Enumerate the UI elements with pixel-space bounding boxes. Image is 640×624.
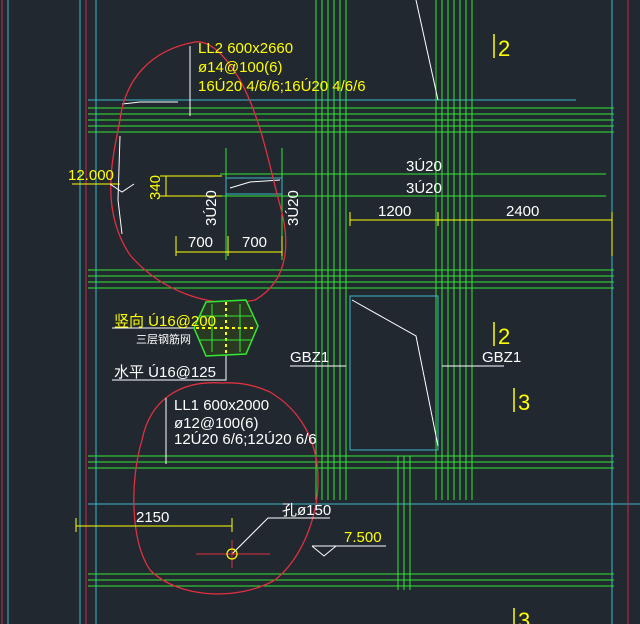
section-mark-3b: 3 — [518, 608, 530, 624]
drawing-svg: LL2 600x2660 ø14@100(6) 16Ú20 4/6/6;16Ú2… — [1, 0, 640, 624]
dim-1200: 1200 — [378, 203, 411, 220]
elevation-top: 12.000 — [68, 167, 114, 184]
ll2-title: LL2 600x2660 — [198, 40, 293, 57]
cad-drawing: LL2 600x2660 ø14@100(6) 16Ú20 4/6/6;16Ú2… — [0, 0, 640, 624]
ll2-stirrup: ø14@100(6) — [198, 59, 282, 76]
horizontal-rebar-label: 水平 Ú16@125 — [114, 364, 216, 381]
rebar-top1-label: 3Ú20 — [406, 158, 442, 175]
gbz-right-label: GBZ1 — [482, 349, 521, 366]
dim-700b: 700 — [242, 234, 267, 251]
gbz-left-label: GBZ1 — [290, 349, 329, 366]
mesh-label: 三层钢筋网 — [136, 332, 191, 346]
dim-2400: 2400 — [506, 203, 539, 220]
ll1-title: LL1 600x2000 — [174, 397, 269, 414]
dimension-lines — [72, 175, 613, 532]
vertical-rebar-label: 竖向 Ú16@200 — [114, 313, 216, 330]
ll1-rebar: 12Ú20 6/6;12Ú20 6/6 — [174, 431, 317, 448]
ll1-stirrup: ø12@100(6) — [174, 415, 258, 432]
elevation-bottom: 7.500 — [344, 529, 382, 546]
dim-700a: 700 — [188, 234, 213, 251]
dim-340: 340 — [147, 175, 164, 200]
section-mark-2a: 2 — [498, 36, 510, 61]
hole-label: 孔ø150 — [282, 502, 331, 519]
leader-lines — [112, 46, 504, 555]
dim-2150: 2150 — [136, 509, 169, 526]
ll2-rebar: 16Ú20 4/6/6;16Ú20 4/6/6 — [198, 78, 366, 95]
hole-marker — [196, 540, 270, 568]
rebar-left-label: 3Ú20 — [203, 190, 220, 226]
rebar-top2-label: 3Ú20 — [406, 180, 442, 197]
section-mark-2b: 2 — [498, 324, 510, 349]
section-mark-3a: 3 — [518, 390, 530, 415]
rebar-right-label: 3Ú20 — [285, 190, 302, 226]
